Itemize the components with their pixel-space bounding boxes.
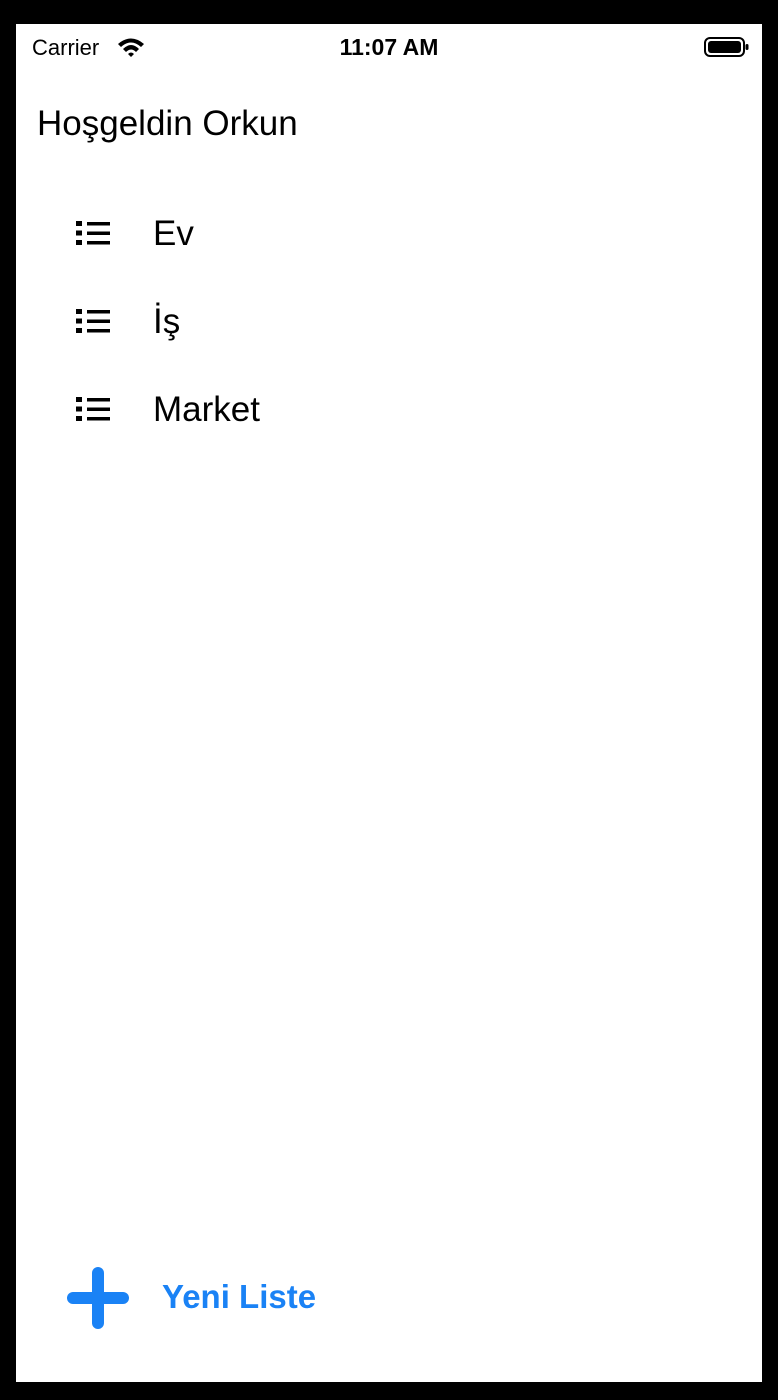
status-time: 11:07 AM [339,34,439,60]
app-screen: Carrier 11:07 AM Hoşgeldin Orkun Ev İş M… [16,24,762,1382]
plus-icon [67,1267,129,1329]
list-item-label: Market [153,390,260,429]
battery-icon [704,37,749,57]
list-bullet-icon [76,397,110,421]
list-item-is[interactable]: İş [16,280,762,368]
list-item-label: Ev [153,214,194,253]
list-item-market[interactable]: Market [16,368,762,456]
list-bullet-icon [76,309,110,333]
status-bar: Carrier 11:07 AM [16,24,762,72]
page-title: Hoşgeldin Orkun [37,104,298,143]
new-list-button[interactable]: Yeni Liste [66,1263,386,1333]
list-container: Ev İş Market [16,192,762,456]
list-item-label: İş [153,302,181,341]
list-item-ev[interactable]: Ev [16,192,762,280]
list-bullet-icon [76,221,110,245]
new-list-label: Yeni Liste [162,1278,317,1315]
